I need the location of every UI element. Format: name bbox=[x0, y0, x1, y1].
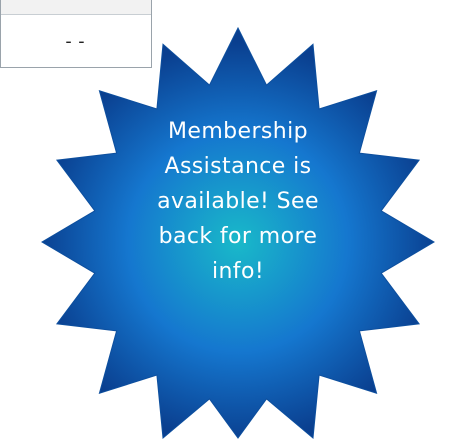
document-page: -- Membership Assistance is available! S… bbox=[0, 0, 461, 440]
callout-text: Membership Assistance is available! See … bbox=[157, 119, 319, 284]
